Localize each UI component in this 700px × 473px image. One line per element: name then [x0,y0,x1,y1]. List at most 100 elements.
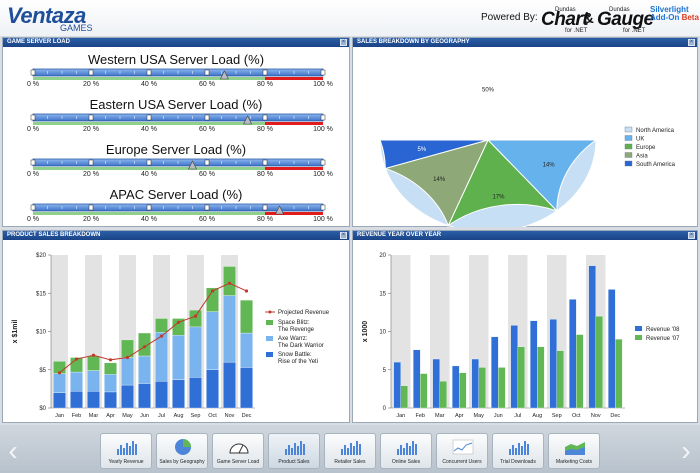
close-icon[interactable]: × [340,39,347,46]
stacked-bar-segment[interactable] [121,357,134,386]
stacked-bar-segment[interactable] [172,379,185,409]
yoy-bar[interactable] [549,319,557,409]
line-point[interactable] [74,357,79,361]
yoy-bar[interactable] [459,372,467,409]
x-tick-label: Jul [158,413,165,419]
line-point[interactable] [244,289,249,293]
line-point[interactable] [159,334,164,338]
stacked-bar-segment[interactable] [87,391,100,409]
yoy-bar[interactable] [439,381,447,409]
yoy-bar[interactable] [556,350,564,409]
yoy-bar[interactable] [608,289,616,409]
yoy-bar[interactable] [576,334,584,409]
yoy-bar[interactable] [530,320,538,409]
nav-left-arrow-icon[interactable]: ‹ [3,432,23,470]
gauge-tick-label: 80 % [257,171,273,178]
close-icon[interactable]: × [340,232,347,239]
nav-button-online-sales[interactable]: Online Sales [380,433,432,469]
nav-button-marketing-costs[interactable]: Marketing Costs [548,433,600,469]
yoy-bar[interactable] [595,316,603,409]
line-point[interactable] [91,353,96,357]
stacked-bar-segment[interactable] [121,384,134,409]
line-point[interactable] [176,320,181,324]
brand2-platform: for .NET [623,28,646,34]
stacked-bar-segment[interactable] [155,332,168,382]
close-icon[interactable]: × [688,232,695,239]
yoy-bar[interactable] [393,361,401,409]
yoy-bar[interactable] [432,358,440,409]
nav-button-sales-by-geography[interactable]: Sales by Geography [156,433,208,469]
line-point[interactable] [142,345,147,349]
line-point[interactable] [125,355,130,360]
stacked-bar-segment[interactable] [206,369,219,409]
y-tick-label: 15 [379,291,386,297]
gauge-tick-label: 0 % [27,216,39,223]
stacked-bar-segment[interactable] [172,335,185,380]
yoy-bar[interactable] [413,349,421,409]
stacked-bar-segment[interactable] [138,355,151,384]
stacked-bar-segment[interactable] [223,266,236,296]
nav-right-arrow-icon[interactable]: › [676,432,696,470]
stacked-bar-segment[interactable] [155,318,168,333]
stacked-bar-segment[interactable] [70,371,83,392]
nav-button-game-server-load[interactable]: Game Server Load [212,433,264,469]
gauge-major-tick [30,114,36,121]
yoy-bar[interactable] [510,325,518,409]
stacked-bar-segment[interactable] [206,311,219,370]
line-point[interactable] [193,314,198,318]
yoy-bar[interactable] [452,365,460,409]
stacked-bar-segment[interactable] [189,309,202,328]
stacked-bar-segment[interactable] [240,332,253,368]
yoy-bar[interactable] [498,367,506,409]
stacked-bar-segment[interactable] [104,374,117,393]
stacked-bar-segment[interactable] [53,373,66,393]
nav-button-product-sales[interactable]: Product Sales [268,433,320,469]
stacked-bar-segment[interactable] [223,361,236,409]
yoy-bar[interactable] [517,346,525,409]
stacked-bar-segment[interactable] [70,391,83,409]
yoy-bar[interactable] [478,367,486,409]
yoy-bar[interactable] [588,265,596,409]
stacked-bar-segment[interactable] [223,295,236,363]
line-point[interactable] [227,281,232,285]
close-icon[interactable]: × [688,39,695,46]
yoy-bar[interactable] [420,373,428,409]
line-point[interactable] [57,371,62,375]
nav-button-concurrent-users[interactable]: Concurrent Users [436,433,488,469]
stacked-bar-segment[interactable] [87,355,100,371]
line-point[interactable] [108,358,113,362]
legend-label: Revenue '07 [646,336,680,342]
nav-button-yearly-revenue[interactable]: Yearly Revenue [100,433,152,469]
yoy-bar[interactable] [400,385,408,409]
stacked-bar-segment[interactable] [87,370,100,392]
yoy-bar[interactable] [537,346,545,409]
x-tick-label: Oct [208,413,217,419]
stacked-bar-segment[interactable] [104,391,117,409]
y-tick-label: $0 [39,406,46,412]
x-tick-label: Jan [55,413,64,419]
nav-button-retailer-sales[interactable]: Retailer Sales [324,433,376,469]
y-tick-label: $10 [36,330,47,336]
nav-button-label: Trial Downloads [500,459,536,465]
stacked-bar-segment[interactable] [138,383,151,409]
gauge-green-range [33,122,265,125]
yoy-bar[interactable] [471,358,479,409]
yoy-bar[interactable] [615,339,623,409]
nav-button-trial-downloads[interactable]: Trial Downloads [492,433,544,469]
yoy-bar[interactable] [491,336,499,409]
nav-button-label: Sales by Geography [159,459,205,465]
gauge-major-tick [88,159,94,166]
yoy-bar[interactable] [569,299,577,409]
stacked-bar-segment[interactable] [104,362,117,375]
stacked-bar-segment[interactable] [155,381,168,409]
legend-label: The Revenge [278,327,315,333]
gauge-green-range [33,167,265,170]
line-point[interactable] [210,289,215,293]
stacked-bar-segment[interactable] [189,377,202,409]
stacked-bar-segment[interactable] [240,367,253,409]
stacked-bar-segment[interactable] [53,392,66,409]
legend-marker [268,310,272,314]
stacked-bar-segment[interactable] [240,299,253,334]
gauge-major-tick [262,159,268,166]
stacked-bar-segment[interactable] [189,326,202,378]
